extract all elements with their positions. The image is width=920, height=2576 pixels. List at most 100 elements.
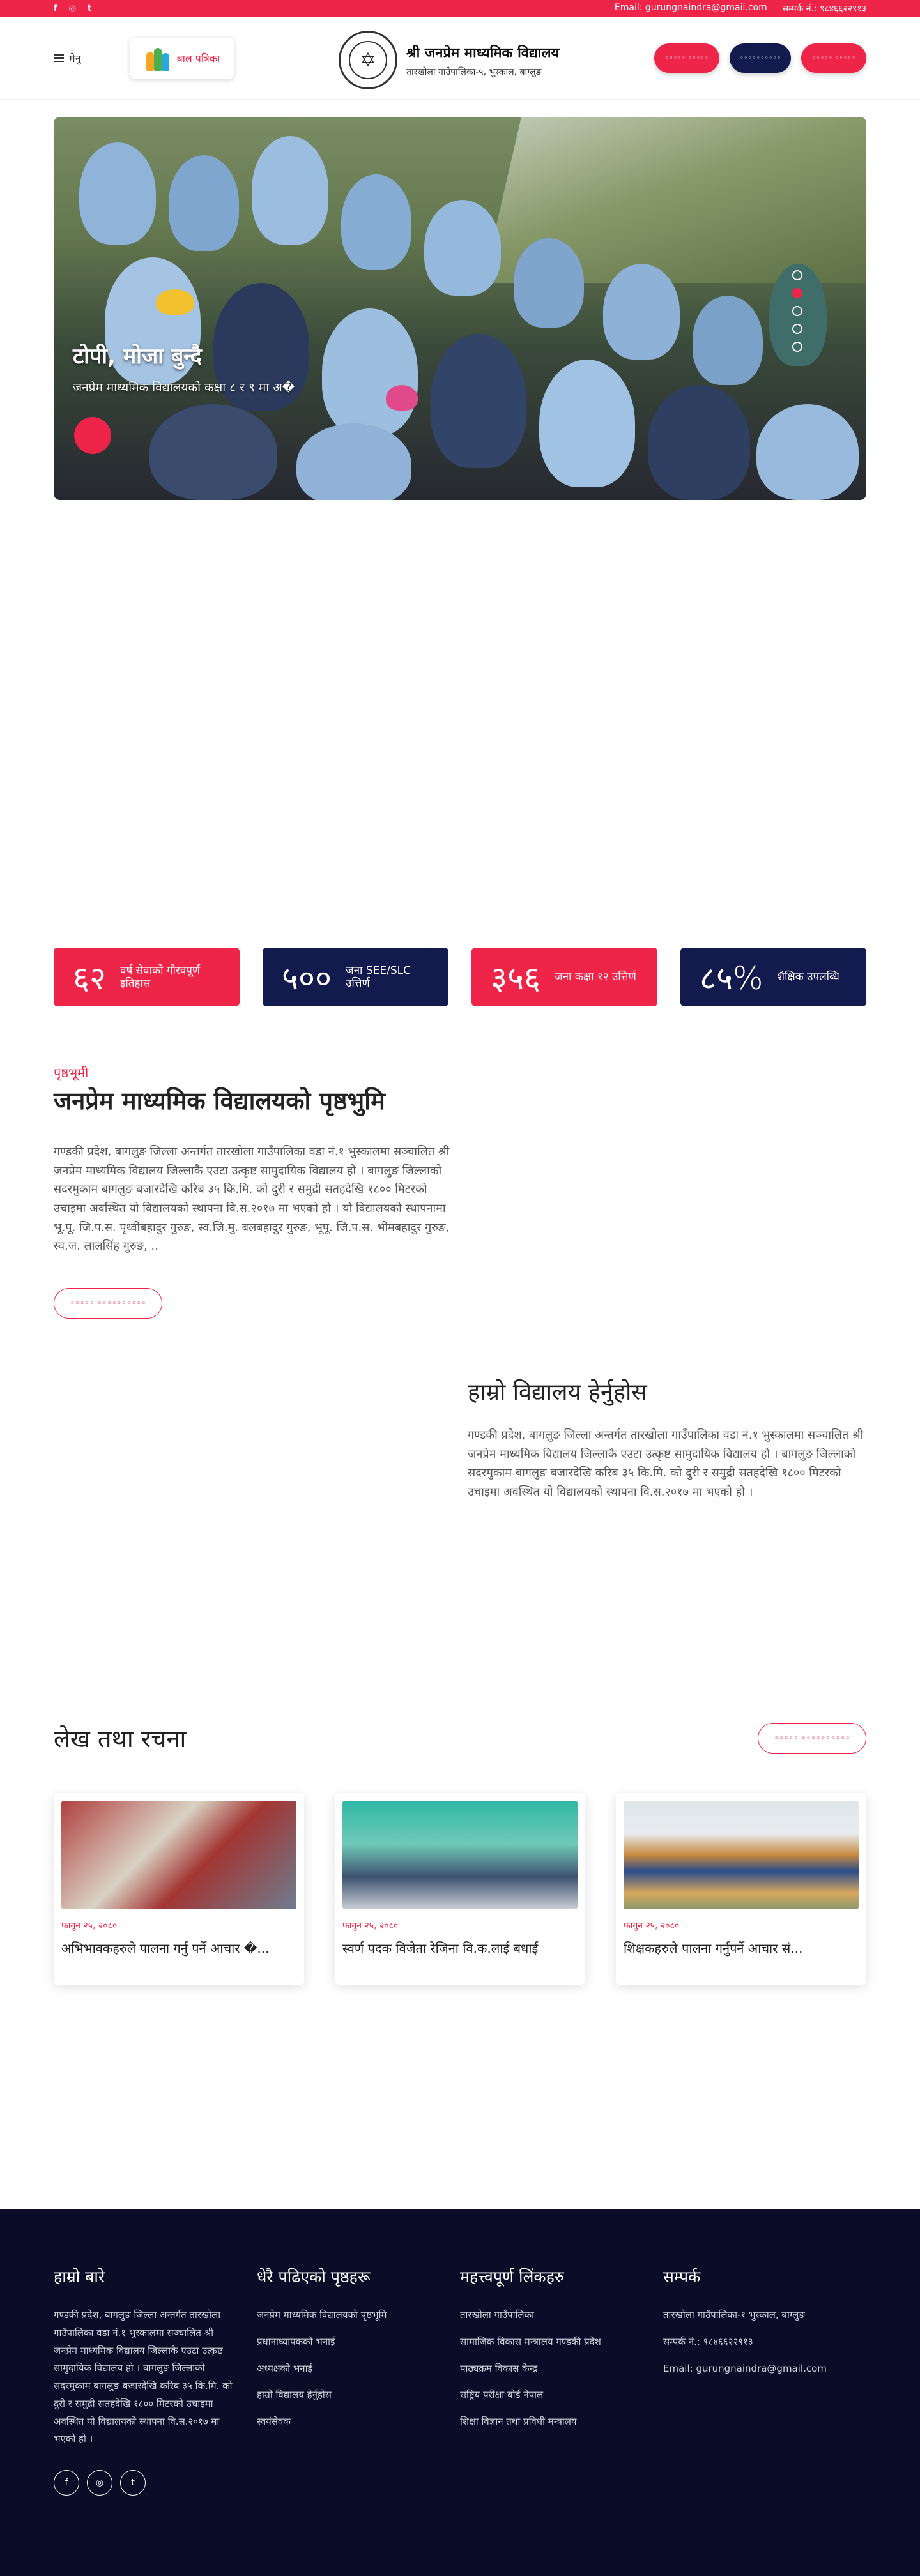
footer-links-title: महत्त्वपूर्ण लिंकहरु	[460, 2268, 564, 2286]
stat-card-see: ५०० जना SEE/SLC उत्तिर्ण	[263, 948, 448, 1006]
site-header: मेनु बाल पत्रिका ✡ श्री जनप्रेम माध्यमिक…	[0, 17, 920, 100]
footer-contact-title: सम्पर्क	[663, 2268, 701, 2286]
top-email[interactable]: Email: gurungnaindra@gmail.com	[615, 3, 767, 15]
stat-label: जना कक्षा १२ उत्तिर्ण	[555, 970, 636, 983]
stat-label: शैक्षिक उपलब्धि	[777, 970, 839, 983]
hamburger-icon	[54, 54, 64, 62]
article-image	[61, 1801, 296, 1909]
bal-patrika-label: बाल पत्रिका	[176, 52, 220, 64]
about-title: जनप्रेम माध्यमिक विद्यालयको पृष्ठभुमि	[54, 1087, 385, 1115]
footer-external-link[interactable]: पाठ्यक्रम विकास केन्द्र	[460, 2360, 663, 2378]
footer-page-link[interactable]: प्रधानाध्यापकको भनाई	[257, 2333, 460, 2351]
footer-about-title: हाम्रो बारे	[54, 2268, 105, 2286]
hero-title: टोपी, मोजा बुन्दै	[73, 344, 202, 369]
footer-page-link[interactable]: अध्यक्षको भनाई	[257, 2360, 460, 2378]
header-button-3[interactable]: ◦◦◦◦◦ ◦◦◦◦◦	[801, 43, 866, 73]
instagram-icon[interactable]: ◎	[87, 2470, 112, 2496]
visit-section: हाम्रो विद्यालय हेर्नुहोस गण्डकी प्रदेश,…	[468, 1375, 866, 1502]
article-date: फागुन २५, २०८०	[624, 1921, 680, 1931]
stat-card-grade12: ३५६ जना कक्षा १२ उत्तिर्ण	[471, 948, 657, 1006]
site-footer: हाम्रो बारे गण्डकी प्रदेश, बागलुङ जिल्ला…	[0, 2209, 920, 2576]
footer-external-link[interactable]: राष्ट्रिय परीक्षा बोर्ड नेपाल	[460, 2386, 663, 2404]
stat-label: जना SEE/SLC उत्तिर्ण	[346, 964, 411, 990]
facebook-icon[interactable]: f	[54, 2470, 79, 2496]
footer-contact: सम्पर्क तारखोला गाउँपालिका-१ भुस्काल, बा…	[663, 2266, 866, 2576]
header-button-1[interactable]: ◦◦◦◦◦ ◦◦◦◦◦	[654, 43, 719, 73]
footer-social: f ◎ t	[54, 2470, 257, 2496]
menu-button[interactable]: मेनु	[54, 51, 80, 65]
footer-page-link[interactable]: स्वयंसेवक	[257, 2413, 460, 2431]
facebook-icon[interactable]: f	[54, 4, 57, 13]
stat-label: वर्ष सेवाको गौरवपूर्ण इतिहास	[120, 964, 201, 990]
stat-card-years: ६२ वर्ष सेवाको गौरवपूर्ण इतिहास	[54, 948, 240, 1006]
children-icon	[145, 45, 171, 71]
twitter-icon[interactable]: t	[88, 4, 91, 13]
article-card[interactable]: फागुन २५, २०८० शिक्षकहरुले पालना गर्नुपर…	[616, 1793, 866, 1985]
logo-star-icon: ✡	[349, 41, 387, 79]
about-section: पृष्ठभूमी जनप्रेम माध्यमिक विद्यालयको पृ…	[54, 1064, 450, 1319]
slider-dot-1[interactable]	[792, 270, 802, 280]
slider-dot-3[interactable]	[792, 306, 802, 316]
stat-number: ६२	[73, 960, 106, 997]
article-image	[624, 1801, 859, 1909]
stat-number: ५००	[282, 960, 332, 997]
articles-header: लेख तथा रचना ◦◦◦◦◦ ◦◦◦◦◦◦◦◦◦◦	[54, 1722, 866, 1755]
article-card[interactable]: फागुन २५, २०८० अभिभावकहरुले पालना गर्नु …	[54, 1793, 304, 1985]
stats-row: ६२ वर्ष सेवाको गौरवपूर्ण इतिहास ५०० जना …	[54, 948, 866, 1006]
article-title: शिक्षकहरुले पालना गर्नुपर्ने आचार सं...	[624, 1941, 803, 1956]
articles-view-all-button[interactable]: ◦◦◦◦◦ ◦◦◦◦◦◦◦◦◦◦	[758, 1723, 866, 1754]
hero-read-more-button[interactable]	[74, 417, 111, 454]
article-cards: फागुन २५, २०८० अभिभावकहरुले पालना गर्नु …	[54, 1793, 866, 1985]
header-button-2[interactable]: ◦◦◦◦◦◦◦◦◦◦	[730, 43, 791, 73]
article-date: फागुन २५, २०८०	[61, 1921, 118, 1931]
footer-page-link[interactable]: हाम्रो विद्यालय हेर्नुहोस	[257, 2386, 460, 2404]
footer-external-link[interactable]: तारखोला गाउँपालिका	[460, 2307, 663, 2324]
footer-about-text: गण्डकी प्रदेश, बागलुङ जिल्ला अन्तर्गत ता…	[54, 2309, 233, 2445]
about-text: गण्डकी प्रदेश, बागलुङ जिल्ला अन्तर्गत ता…	[54, 1145, 450, 1254]
article-card[interactable]: फागुन २५, २०८० स्वर्ण पदक विजेता रेजिना …	[335, 1793, 585, 1985]
footer-email[interactable]: Email: gurungnaindra@gmail.com	[663, 2360, 866, 2378]
footer-page-link[interactable]: जनप्रेम माध्यमिक विद्यालयको पृष्ठभूमि	[257, 2307, 460, 2324]
footer-about: हाम्रो बारे गण्डकी प्रदेश, बागलुङ जिल्ला…	[54, 2266, 257, 2576]
stat-number: ३५६	[491, 960, 540, 997]
footer-address: तारखोला गाउँपालिका-१ भुस्काल, बाग्लुङ	[663, 2309, 805, 2321]
school-logo: ✡	[339, 31, 397, 89]
footer-pages: धेरै पढिएको पृष्ठहरू जनप्रेम माध्यमिक वि…	[257, 2266, 460, 2576]
slider-dot-2[interactable]	[792, 288, 802, 298]
stat-number: ८५%	[700, 960, 763, 997]
visit-title: हाम्रो विद्यालय हेर्नुहोस	[468, 1379, 647, 1405]
school-name: श्री जनप्रेम माध्यमिक विद्यालय	[406, 45, 560, 61]
article-title: स्वर्ण पदक विजेता रेजिना वि.क.लाई बधाई	[342, 1941, 539, 1956]
header-buttons: ◦◦◦◦◦ ◦◦◦◦◦ ◦◦◦◦◦◦◦◦◦◦ ◦◦◦◦◦ ◦◦◦◦◦	[654, 43, 866, 73]
hero-image	[54, 117, 866, 500]
top-phone[interactable]: सम्पर्क नं.: ९८४६६२२९१३	[783, 3, 866, 15]
top-social: f ◎ t	[54, 4, 91, 13]
top-contact: Email: gurungnaindra@gmail.com सम्पर्क न…	[615, 3, 866, 15]
footer-phone[interactable]: सम्पर्क नं.: ९८४६६२२९१३	[663, 2333, 866, 2351]
footer-external-link[interactable]: शिक्षा विज्ञान तथा प्रविधी मन्त्रालय	[460, 2413, 663, 2431]
footer-links: महत्त्वपूर्ण लिंकहरु तारखोला गाउँपालिका …	[460, 2266, 663, 2576]
hero-caption: टोपी, मोजा बुन्दै जनप्रेम माध्यमिक विद्य…	[73, 340, 295, 395]
article-image	[342, 1801, 578, 1909]
top-bar: f ◎ t Email: gurungnaindra@gmail.com सम्…	[0, 0, 920, 17]
school-brand[interactable]: ✡ श्री जनप्रेम माध्यमिक विद्यालय तारखोला…	[339, 31, 559, 89]
hero-slider: टोपी, मोजा बुन्दै जनप्रेम माध्यमिक विद्य…	[54, 117, 866, 500]
menu-label: मेनु	[69, 52, 81, 64]
articles-title: लेख तथा रचना	[54, 1725, 187, 1753]
footer-external-link[interactable]: सामाजिक विकास मन्त्रालय गण्डकी प्रदेश	[460, 2333, 663, 2351]
about-read-more-button[interactable]: ◦◦◦◦◦ ◦◦◦◦◦◦◦◦◦◦	[54, 1288, 162, 1319]
hero-subtitle: जनप्रेम माध्यमिक विद्यालयको कक्षा ८ र ९ …	[73, 381, 295, 395]
article-date: फागुन २५, २०८०	[342, 1921, 399, 1931]
footer-pages-title: धेरै पढिएको पृष्ठहरू	[257, 2268, 371, 2286]
school-address: तारखोला गाउँपालिका-५, भुस्काल, बाग्लुङ	[406, 66, 542, 77]
instagram-icon[interactable]: ◎	[69, 4, 76, 13]
stat-card-achievement: ८५% शैक्षिक उपलब्धि	[680, 948, 866, 1006]
bal-patrika-button[interactable]: बाल पत्रिका	[130, 38, 234, 79]
visit-text: गण्डकी प्रदेश, बागलुङ जिल्ला अन्तर्गत ता…	[468, 1428, 864, 1499]
slider-dot-4[interactable]	[792, 324, 802, 334]
article-title: अभिभावकहरुले पालना गर्नु पर्ने आचार �...	[61, 1941, 270, 1956]
twitter-icon[interactable]: t	[120, 2470, 146, 2496]
slider-dot-5[interactable]	[792, 342, 802, 352]
about-kicker: पृष्ठभूमी	[54, 1065, 89, 1080]
slider-dots	[792, 270, 802, 352]
